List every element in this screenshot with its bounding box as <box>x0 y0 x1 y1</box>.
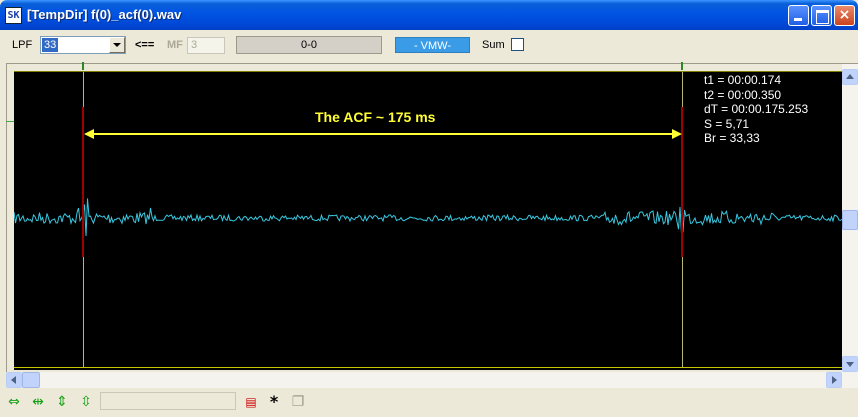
lpf-value: 33 <box>42 38 59 52</box>
level-marker <box>6 121 14 122</box>
s-readout: S = 5,71 <box>704 116 750 131</box>
waveform-line <box>14 198 842 237</box>
apply-arrow-button[interactable]: <== <box>135 39 154 51</box>
scroll-right-button[interactable] <box>826 372 842 388</box>
sum-label: Sum <box>482 39 505 51</box>
close-icon: × <box>838 7 851 23</box>
maximize-button[interactable] <box>811 5 832 26</box>
dt-readout: dT = 00:00.175.253 <box>704 102 809 116</box>
asterisk-icon[interactable]: * <box>264 392 284 412</box>
shrink-horizontal-icon[interactable]: ⇹ <box>28 392 48 412</box>
sum-checkbox[interactable] <box>511 38 524 51</box>
expand-horizontal-icon[interactable]: ⇔ <box>4 392 24 412</box>
acf-annotation: The ACF ~ 175 ms <box>315 109 436 125</box>
mf-field[interactable]: 3 <box>187 37 225 54</box>
app-icon[interactable]: SK <box>5 7 22 24</box>
br-readout: Br = 33,33 <box>704 131 760 145</box>
vmw-button[interactable]: - VMW- <box>395 37 470 53</box>
double-arrow-icon <box>84 129 682 139</box>
title-bar: SK [TempDir] f(0)_acf(0).wav × <box>0 0 858 30</box>
status-field <box>100 392 236 410</box>
bottom-toolbar: ⇔ ⇹ ⇕ ⇳ ▤ * ❐ <box>0 388 858 417</box>
shrink-vertical-icon[interactable]: ⇳ <box>76 392 96 412</box>
scroll-up-button[interactable] <box>842 69 858 85</box>
lpf-combo[interactable]: 33 <box>40 36 126 54</box>
mf-label: MF <box>167 39 183 51</box>
range-counter: 0-0 <box>236 36 382 54</box>
scroll-left-button[interactable] <box>6 372 22 388</box>
minimize-button[interactable] <box>788 5 809 26</box>
cursor-1-handle[interactable] <box>82 62 84 70</box>
vertical-scroll-thumb[interactable] <box>842 210 858 230</box>
expand-vertical-icon[interactable]: ⇕ <box>52 392 72 412</box>
horizontal-scroll-thumb[interactable] <box>22 372 40 388</box>
scroll-down-button[interactable] <box>842 356 858 372</box>
copy-icon[interactable]: ❐ <box>288 392 308 412</box>
chevron-down-icon[interactable] <box>109 37 125 53</box>
chart-icon[interactable]: ▤ <box>241 392 261 412</box>
bottom-ruler <box>14 367 842 370</box>
t1-readout: t1 = 00:00.174 <box>704 73 782 87</box>
lpf-label: LPF <box>12 39 33 51</box>
close-button[interactable]: × <box>834 5 855 26</box>
horizontal-scrollbar[interactable] <box>6 372 858 388</box>
window-title: [TempDir] f(0)_acf(0).wav <box>27 7 182 22</box>
measurement-readout: t1 = 00:00.174 t2 = 00:00.350 dT = 00:00… <box>704 73 808 146</box>
t2-readout: t2 = 00:00.350 <box>704 87 782 102</box>
cursor-2-handle[interactable] <box>681 62 683 70</box>
toolbar: LPF 33 <== MF 3 0-0 - VMW- Sum <box>0 30 858 60</box>
